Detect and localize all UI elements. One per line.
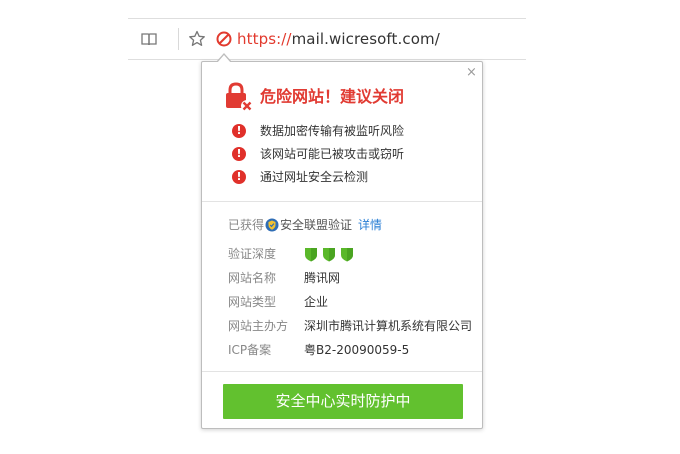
popup-title: 危险网站！建议关闭	[260, 87, 405, 106]
warning-exclamation-icon: !	[232, 147, 246, 161]
cert-label: 安全联盟验证	[280, 218, 353, 232]
section-divider	[202, 201, 482, 202]
info-key: 网站类型	[228, 295, 277, 309]
warning-exclamation-icon: !	[232, 124, 246, 138]
cert-prefix: 已获得	[228, 218, 265, 232]
site-security-popup: × 危险网站！建议关闭 ! 数据加密传输有被监听风险 ! 该网站可能已被攻击或窃…	[201, 53, 483, 429]
bookmark-star-icon[interactable]	[187, 29, 207, 49]
green-shield-icon	[323, 248, 335, 262]
reader-view-icon[interactable]	[139, 29, 159, 49]
url-host-path: mail.wicresoft.com/	[291, 30, 440, 48]
section-divider	[202, 371, 482, 372]
info-key: 网站名称	[228, 271, 277, 285]
info-key: 网站主办方	[228, 319, 289, 333]
warning-text: 通过网址安全云检测	[260, 170, 369, 184]
close-button[interactable]: ×	[466, 66, 477, 80]
info-value: 深圳市腾讯计算机系统有限公司	[304, 319, 473, 333]
address-bar-divider	[178, 28, 179, 50]
url-scheme: https://	[237, 30, 292, 48]
danger-no-entry-icon[interactable]	[214, 29, 234, 49]
realtime-protection-button[interactable]: 安全中心实时防护中	[223, 384, 463, 419]
url-text[interactable]: https://mail.wicresoft.com/	[237, 29, 440, 49]
info-value: 粤B2-20090059-5	[304, 343, 410, 357]
green-shield-icon	[341, 248, 353, 262]
browser-window: https://mail.wicresoft.com/ × 危险网站！建议关闭 …	[0, 0, 680, 454]
popup-caret-fill	[217, 55, 231, 63]
address-bar: https://mail.wicresoft.com/	[128, 18, 526, 60]
info-value: 企业	[304, 295, 329, 309]
certification-row: 已获得 安全联盟验证 详情	[228, 217, 382, 233]
details-link[interactable]: 详情	[358, 218, 382, 232]
danger-lock-icon	[226, 82, 253, 112]
alliance-shield-icon	[265, 218, 279, 232]
warning-text: 数据加密传输有被监听风险	[260, 124, 405, 138]
green-shield-icon	[305, 248, 317, 262]
info-key: ICP备案	[228, 343, 272, 357]
verification-depth-indicator	[304, 247, 354, 262]
warning-exclamation-icon: !	[232, 170, 246, 184]
info-key: 验证深度	[228, 247, 277, 261]
info-value: 腾讯网	[304, 271, 341, 285]
warning-text: 该网站可能已被攻击或窃听	[260, 147, 405, 161]
